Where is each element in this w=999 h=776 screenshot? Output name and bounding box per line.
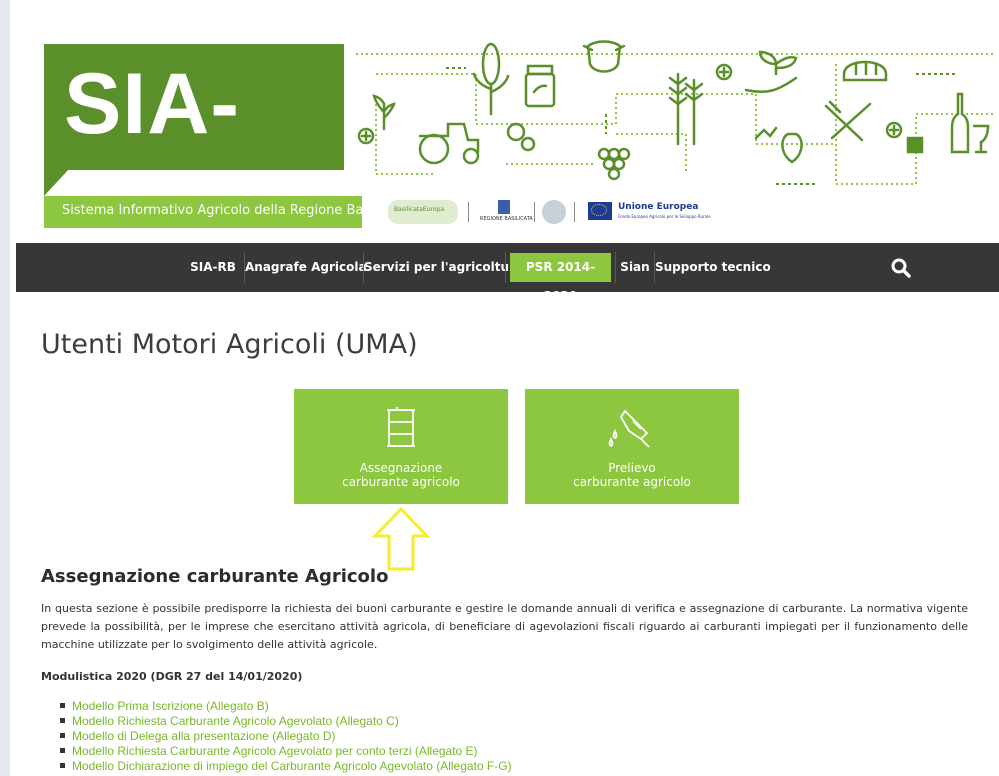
section-description: In questa sezione è possibile predisporr… (41, 602, 968, 651)
fuel-nozzle-icon (608, 409, 650, 448)
document-link[interactable]: Modello Prima Iscrizione (Allegato B) (72, 699, 269, 713)
partner-separator (468, 202, 469, 222)
regione-basilicata-logo: REGIONE BASILICATA (480, 200, 533, 224)
tile-label-line2: carburante agricolo (342, 475, 460, 489)
bullet-icon (60, 718, 65, 724)
bullet-icon (60, 748, 65, 754)
page-title: Utenti Motori Agricoli (UMA) (41, 329, 418, 360)
section-title: Assegnazione carburante Agricolo (41, 566, 389, 587)
partner-logos: BasilicataEuropa REGIONE BASILICATA Unio… (368, 196, 768, 228)
italian-republic-emblem-icon (542, 200, 566, 224)
tile-label: Prelievo carburante agricolo (525, 461, 739, 489)
document-link[interactable]: Modello Richiesta Carburante Agricolo Ag… (72, 714, 399, 728)
documents-list: Modello Prima Iscrizione (Allegato B) Mo… (60, 699, 512, 774)
list-item: Modello Richiesta Carburante Agricolo Ag… (60, 744, 512, 759)
bullet-icon (60, 703, 65, 709)
bullet-icon (60, 763, 65, 769)
document-link[interactable]: Modello Richiesta Carburante Agricolo Ag… (72, 744, 478, 758)
tagline: Sistema Informativo Agricolo della Regio… (62, 203, 410, 218)
tile-label-line1: Prelievo (608, 461, 656, 475)
search-icon[interactable] (890, 257, 912, 279)
nav-separator (505, 252, 506, 283)
header-decoration (356, 40, 996, 185)
nav-item-supporto-tecnico[interactable]: Supporto tecnico (655, 243, 771, 292)
nav-item-sian[interactable]: Sian (616, 243, 654, 292)
nav-item-sia-rb[interactable]: SIA-RB (182, 243, 244, 292)
nav-item-anagrafe-agricola[interactable]: Anagrafe Agricola (245, 243, 367, 292)
main-nav: SIA-RB Anagrafe Agricola Servizi per l'a… (16, 243, 999, 303)
basilicata-europa-text: BasilicataEuropa (394, 206, 445, 213)
eu-title: Unione Europea (618, 202, 699, 212)
tile-prelievo-carburante[interactable]: Prelievo carburante agricolo (525, 389, 739, 504)
eu-flag-icon (588, 202, 612, 220)
list-item: Modello Dichiarazione di impiego del Car… (60, 759, 512, 774)
regione-flag-icon (498, 200, 510, 214)
partner-separator (534, 202, 535, 222)
nav-item-psr-2014-2020[interactable]: PSR 2014-2020 (510, 253, 611, 303)
regione-text: REGIONE BASILICATA (480, 216, 533, 222)
list-item: Modello di Delega alla presentazione (Al… (60, 729, 512, 744)
tagline-band: Sistema Informativo Agricolo della Regio… (44, 196, 409, 228)
basilicata-europa-logo: BasilicataEuropa (388, 200, 458, 224)
document-link[interactable]: Modello di Delega alla presentazione (Al… (72, 729, 335, 743)
document-link[interactable]: Modello Dichiarazione di impiego del Car… (72, 759, 512, 773)
logo-box[interactable]: SIA-RB (44, 44, 344, 243)
fuel-barrel-icon (387, 407, 415, 447)
tile-label: Assegnazione carburante agricolo (294, 461, 508, 489)
site-header: SIA-RB Sistema Informativo Agricolo dell… (16, 0, 999, 243)
list-item: Modello Prima Iscrizione (Allegato B) (60, 699, 512, 714)
tile-label-line1: Assegnazione (359, 461, 443, 475)
tile-assegnazione-carburante[interactable]: Assegnazione carburante agricolo (294, 389, 508, 504)
up-arrow-highlight-icon (371, 506, 431, 571)
nav-item-servizi-agricoltura[interactable]: Servizi per l'agricoltura (364, 243, 523, 292)
partner-separator (574, 202, 575, 222)
modulistica-title: Modulistica 2020 (DGR 27 del 14/01/2020) (41, 670, 303, 683)
tile-label-line2: carburante agricolo (573, 475, 691, 489)
left-edge-bar (0, 0, 10, 776)
logo-speech-tail (44, 168, 70, 196)
eu-subtitle: Fondo Europeo Agricolo per lo Sviluppo R… (618, 214, 711, 219)
list-item: Modello Richiesta Carburante Agricolo Ag… (60, 714, 512, 729)
bullet-icon (60, 733, 65, 739)
